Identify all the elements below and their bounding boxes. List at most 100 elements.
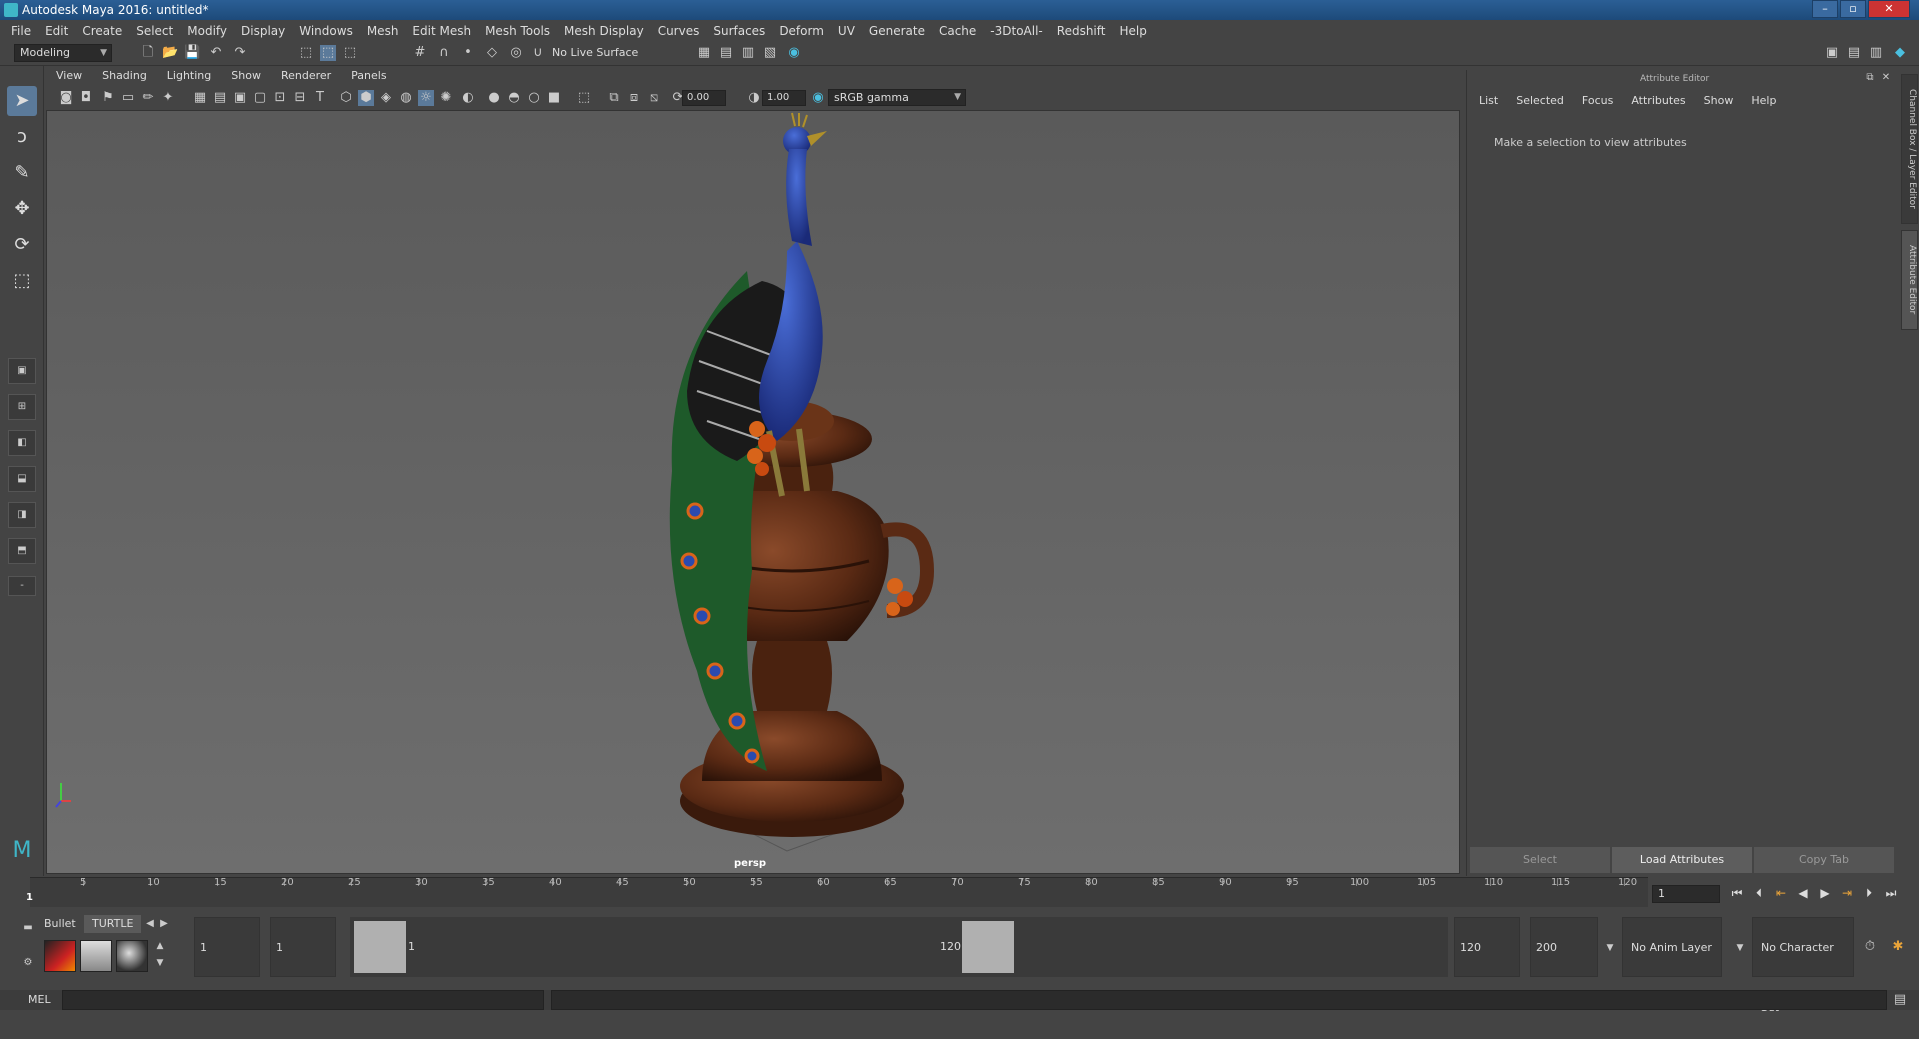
panel-menu-view[interactable]: View bbox=[46, 69, 92, 87]
camera-lock-icon[interactable]: ◘ bbox=[78, 90, 94, 106]
paint-select-tool-icon[interactable]: ✎ bbox=[7, 158, 37, 188]
gamma-icon[interactable]: ◑ bbox=[746, 90, 762, 106]
color-management-icon[interactable]: ◉ bbox=[810, 90, 826, 106]
move-tool-icon[interactable]: ✥ bbox=[7, 194, 37, 224]
menu-display[interactable]: Display bbox=[234, 24, 292, 38]
play-backwards-icon[interactable]: ◀ bbox=[1794, 884, 1812, 902]
command-input[interactable] bbox=[62, 990, 544, 1010]
anim-layer-select[interactable]: No Anim Layer bbox=[1622, 917, 1722, 977]
menu-mesh-display[interactable]: Mesh Display bbox=[557, 24, 651, 38]
panel-menu-show[interactable]: Show bbox=[221, 69, 271, 87]
panel-menu-panels[interactable]: Panels bbox=[341, 69, 396, 87]
play-forwards-icon[interactable]: ▶ bbox=[1816, 884, 1834, 902]
menu-select[interactable]: Select bbox=[129, 24, 180, 38]
turtle-render-icon[interactable] bbox=[44, 940, 76, 972]
save-scene-icon[interactable]: 💾 bbox=[184, 45, 200, 61]
ae-menu-help[interactable]: Help bbox=[1742, 94, 1785, 107]
menu-uv[interactable]: UV bbox=[831, 24, 862, 38]
menu-surfaces[interactable]: Surfaces bbox=[706, 24, 772, 38]
wireframe-icon[interactable]: ⬡ bbox=[338, 90, 354, 106]
float-panel-icon[interactable]: ⧉ bbox=[1862, 70, 1878, 86]
isolate-select-icon[interactable]: ⬚ bbox=[576, 90, 592, 106]
field-chart-icon[interactable]: ⊡ bbox=[272, 90, 288, 106]
menu-mesh[interactable]: Mesh bbox=[360, 24, 406, 38]
ae-menu-attributes[interactable]: Attributes bbox=[1622, 94, 1694, 107]
depth-of-field-icon[interactable]: ■ bbox=[546, 90, 562, 106]
component-toggle-icon[interactable]: ⧅ bbox=[646, 90, 662, 106]
four-view-layout-icon[interactable]: ⊞ bbox=[8, 394, 36, 420]
single-perspective-layout-icon[interactable]: ▣ bbox=[8, 358, 36, 384]
exposure-field[interactable]: 0.00 bbox=[682, 90, 726, 106]
menu-modify[interactable]: Modify bbox=[180, 24, 234, 38]
redo-icon[interactable]: ↷ bbox=[232, 45, 248, 61]
open-scene-icon[interactable]: 📂 bbox=[162, 45, 178, 61]
gamma-field[interactable]: 1.00 bbox=[762, 90, 806, 106]
motion-blur-icon[interactable]: ◓ bbox=[506, 90, 522, 106]
menu-file[interactable]: File bbox=[4, 24, 38, 38]
grid-toggle-icon[interactable]: ▦ bbox=[192, 90, 208, 106]
mode-selector[interactable]: Modeling ▼ bbox=[14, 44, 112, 62]
xray-joints-icon[interactable]: ⧉ bbox=[606, 90, 622, 106]
shadows-icon[interactable]: ✺ bbox=[438, 90, 454, 106]
image-plane-icon[interactable]: ▭ bbox=[120, 90, 136, 106]
select-by-hierarchy-icon[interactable]: ⬚ bbox=[298, 45, 314, 61]
close-button[interactable]: ✕ bbox=[1868, 0, 1910, 18]
menu-edit[interactable]: Edit bbox=[38, 24, 75, 38]
script-language-label[interactable]: MEL bbox=[28, 993, 51, 1006]
live-surface-label[interactable]: No Live Surface bbox=[552, 46, 638, 59]
persp-outliner-layout-icon[interactable]: ◧ bbox=[8, 430, 36, 456]
end-time-field[interactable]: 200 bbox=[1530, 917, 1598, 977]
panel-menu-renderer[interactable]: Renderer bbox=[271, 69, 341, 87]
live-surface-magnet-icon[interactable]: ∪ bbox=[530, 45, 546, 61]
menu-curves[interactable]: Curves bbox=[651, 24, 707, 38]
time-slider[interactable]: 5 10 15 20 25 30 35 40 45 50 55 60 65 70… bbox=[26, 877, 1648, 907]
snap-grid-icon[interactable]: # bbox=[412, 45, 428, 61]
ae-select-button[interactable]: Select bbox=[1470, 847, 1610, 873]
menu-create[interactable]: Create bbox=[75, 24, 129, 38]
shelf-tab-turtle[interactable]: TURTLE bbox=[84, 915, 142, 933]
turtle-bake-icon[interactable] bbox=[80, 940, 112, 972]
panel-menu-shading[interactable]: Shading bbox=[92, 69, 157, 87]
hypershade-icon[interactable]: ◉ bbox=[786, 45, 802, 61]
menu-deform[interactable]: Deform bbox=[772, 24, 831, 38]
start-time-field[interactable]: 1 bbox=[194, 917, 260, 977]
use-all-lights-icon[interactable]: ☼ bbox=[418, 90, 434, 106]
shelf-tab-bullet[interactable]: Bullet bbox=[36, 915, 84, 933]
color-space-select[interactable]: sRGB gamma ▼ bbox=[828, 89, 966, 106]
xray-icon[interactable]: ◐ bbox=[460, 90, 476, 106]
ipr-render-icon[interactable]: ▧ bbox=[762, 45, 778, 61]
anti-aliasing-icon[interactable]: ○ bbox=[526, 90, 542, 106]
script-editor-icon[interactable]: ▤ bbox=[1892, 992, 1908, 1008]
screen-space-ao-icon[interactable]: ● bbox=[486, 90, 502, 106]
ae-menu-selected[interactable]: Selected bbox=[1507, 94, 1573, 107]
new-scene-icon[interactable]: 🗋 bbox=[140, 45, 156, 61]
ae-menu-list[interactable]: List bbox=[1470, 94, 1507, 107]
go-to-start-icon[interactable]: ⏮ bbox=[1728, 884, 1746, 902]
close-panel-icon[interactable]: ✕ bbox=[1878, 70, 1894, 86]
go-to-end-icon[interactable]: ⏭ bbox=[1882, 884, 1900, 902]
smooth-shade-icon[interactable]: ⬢ bbox=[358, 90, 374, 106]
film-gate-icon[interactable]: ▤ bbox=[212, 90, 228, 106]
scale-tool-icon[interactable]: ⬚ bbox=[7, 266, 37, 296]
minimize-button[interactable]: – bbox=[1812, 0, 1838, 18]
current-frame-field[interactable]: 1 bbox=[1652, 885, 1720, 903]
tab-attribute-editor[interactable]: Attribute Editor bbox=[1901, 230, 1918, 330]
step-forward-key-icon[interactable]: ⇥ bbox=[1838, 884, 1856, 902]
playback-start-field[interactable]: 1 bbox=[270, 917, 336, 977]
snap-surface-icon[interactable]: ◎ bbox=[508, 45, 524, 61]
ae-load-attributes-button[interactable]: Load Attributes bbox=[1612, 847, 1752, 873]
menu-cache[interactable]: Cache bbox=[932, 24, 983, 38]
render-current-frame-icon[interactable]: ▥ bbox=[740, 45, 756, 61]
shelf-scroll-right-icon[interactable]: ▶ bbox=[156, 916, 172, 932]
snap-view-plane-icon[interactable]: ◇ bbox=[484, 45, 500, 61]
grease-pencil-icon[interactable]: ✏ bbox=[140, 90, 156, 106]
undo-icon[interactable]: ↶ bbox=[208, 45, 224, 61]
range-slider-track[interactable] bbox=[350, 917, 1448, 977]
resolution-gate-icon[interactable]: ▣ bbox=[232, 90, 248, 106]
ae-copy-tab-button[interactable]: Copy Tab bbox=[1754, 847, 1894, 873]
step-forward-frame-icon[interactable]: ⏵ bbox=[1860, 884, 1878, 902]
snap-point-icon[interactable]: • bbox=[460, 45, 476, 61]
select-tool-icon[interactable]: ➤ bbox=[7, 86, 37, 116]
chevron-down-icon[interactable]: ▼ bbox=[1602, 940, 1618, 956]
textured-icon[interactable]: ◍ bbox=[398, 90, 414, 106]
